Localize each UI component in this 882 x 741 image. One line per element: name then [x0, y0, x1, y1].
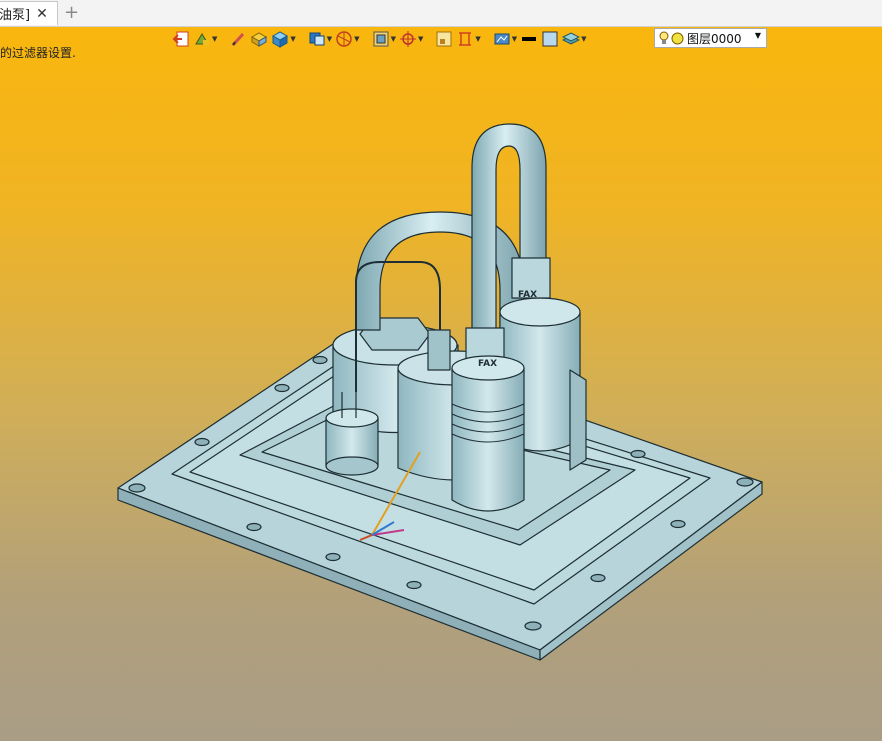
cube-icon [272, 31, 289, 48]
layer-visibility-icon [671, 32, 684, 44]
document-tab-label: 油泵] [0, 8, 31, 23]
frame-button[interactable] [435, 29, 453, 49]
light-bulb-icon [659, 31, 669, 44]
layer-stack-button[interactable]: ▼ [562, 29, 587, 49]
render-mode-button[interactable]: ▼ [372, 29, 396, 49]
document-tab-bar: 油泵] ✕ + [0, 0, 882, 27]
face-color-button[interactable] [541, 29, 559, 49]
align-button[interactable]: ▼ [456, 29, 481, 49]
face-color-icon [542, 31, 558, 47]
origin-icon [399, 31, 416, 47]
close-tab-icon[interactable]: ✕ [36, 6, 48, 22]
section-view-button[interactable]: ▼ [335, 29, 360, 49]
layer-paint-icon [195, 33, 209, 45]
layer-dropdown[interactable]: 图层0000 ▼ [654, 28, 767, 48]
layer-stack-icon [562, 32, 581, 45]
shaded-block-button[interactable] [250, 29, 268, 49]
view-cube-button[interactable]: ▼ [308, 29, 332, 49]
cube-button[interactable]: ▼ [271, 29, 296, 49]
new-tab-icon[interactable]: + [64, 2, 79, 23]
origin-button[interactable]: ▼ [399, 29, 423, 49]
frame-icon [436, 31, 452, 47]
line-color-button[interactable] [520, 29, 538, 49]
exit-sketch-button[interactable] [172, 29, 190, 49]
pump-model: FAX FAX [117, 123, 763, 661]
layer-paint-button[interactable]: ▼ [193, 29, 217, 49]
3d-viewport[interactable]: FAX FAX [0, 27, 882, 741]
chevron-down-icon: ▼ [754, 31, 761, 40]
view-cube-icon [309, 32, 325, 46]
brand-mark-lower: FAX [478, 359, 497, 369]
section-view-icon [336, 31, 352, 47]
layer-name: 图层0000 [687, 31, 742, 46]
display-mode-icon [494, 33, 510, 45]
exit-sketch-icon [172, 31, 189, 47]
document-tab[interactable]: 油泵] ✕ [0, 1, 58, 25]
view-toolbar: ▼ ▼ ▼ ▼ ▼ ▼ ▼ ▼ ▼ [172, 28, 587, 50]
display-mode-button[interactable]: ▼ [493, 29, 517, 49]
pencil-button[interactable] [229, 29, 247, 49]
pencil-icon [232, 32, 245, 47]
front-motor [451, 367, 525, 512]
render-mode-icon [373, 31, 389, 47]
status-message: 的过滤器设置. [0, 46, 76, 60]
brand-mark-upper: FAX [518, 290, 537, 300]
shaded-block-icon [251, 32, 268, 47]
line-color-icon [522, 37, 537, 41]
align-icon [459, 32, 472, 46]
